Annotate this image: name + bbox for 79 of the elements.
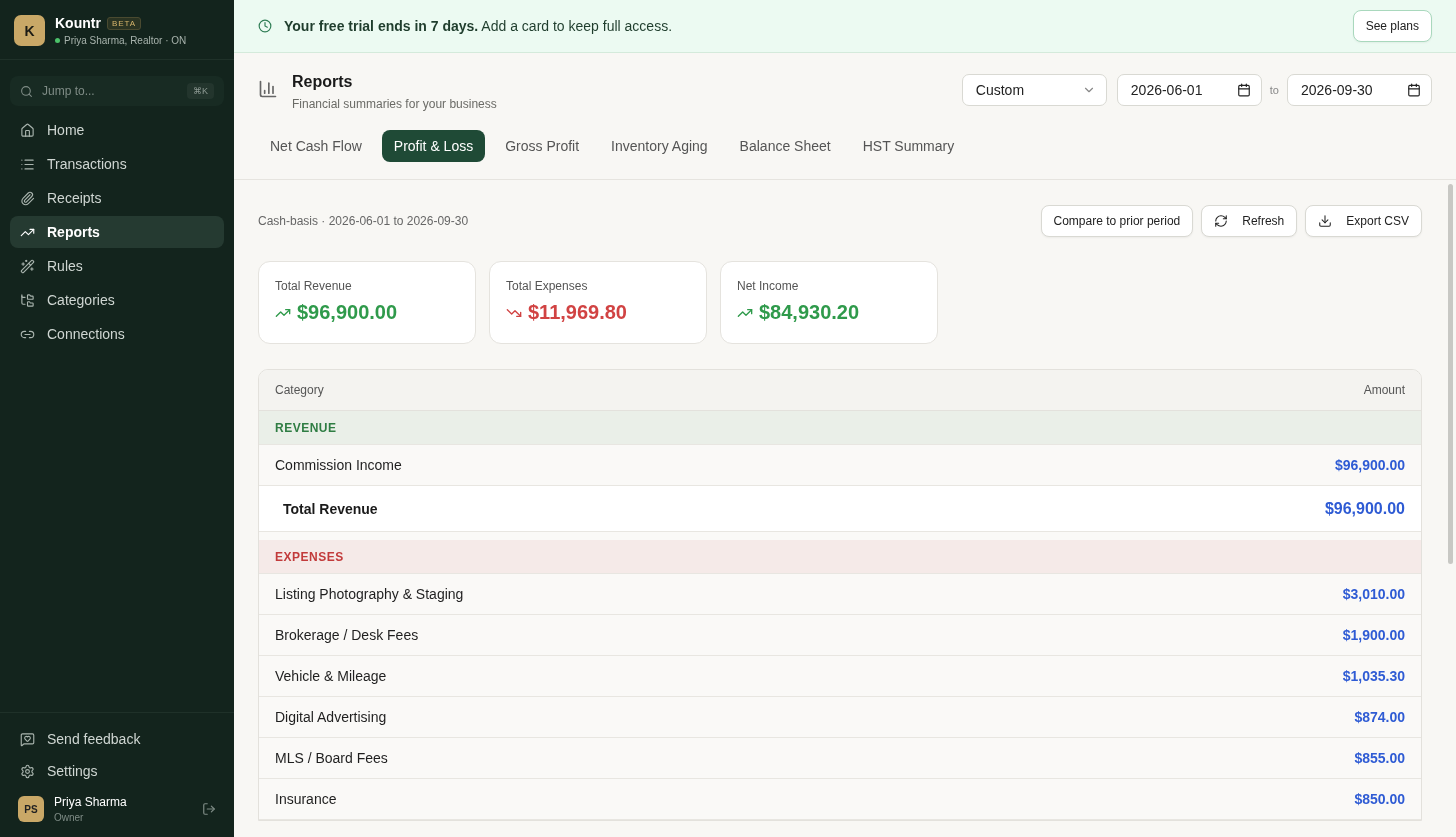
period-select[interactable]: Custom [961, 74, 1107, 106]
amount-cell: $1,035.30 [1342, 668, 1405, 684]
clock-icon [258, 19, 272, 33]
amount-cell: $855.00 [1354, 750, 1405, 766]
search-field[interactable]: Jump to... ⌘K [10, 76, 224, 106]
sidebar-item[interactable]: Categories [10, 284, 224, 316]
to-label: to [1269, 84, 1279, 96]
trial-message: Your free trial ends in 7 days. Add a card to keep full access. [284, 18, 674, 34]
sidebar-item[interactable]: Transactions [10, 148, 224, 180]
amount-cell: $874.00 [1354, 709, 1405, 725]
total-amount: $96,900.00 [1324, 499, 1405, 518]
stat-value: $96,900.00 [297, 301, 398, 324]
calendar-icon [1236, 83, 1251, 97]
brand-subtitle: Priya Sharma, Realtor · ON [64, 35, 187, 46]
user-name: Priya Sharma [54, 795, 128, 809]
report-tab[interactable]: Inventory Aging [599, 130, 720, 162]
search-icon [20, 84, 33, 98]
brand-name: Kountr [55, 15, 101, 31]
report-tab[interactable]: Net Cash Flow [258, 130, 374, 162]
action-button[interactable]: Export CSV [1305, 205, 1422, 237]
table-cell: MLS / Board Fees [275, 750, 388, 766]
scrollbar[interactable] [1448, 184, 1453, 564]
sidebar-item[interactable]: Connections [10, 318, 224, 350]
sidebar-item[interactable]: Rules [10, 250, 224, 282]
sidebar-item[interactable]: Reports [10, 216, 224, 248]
shortcut-badge: ⌘K [187, 83, 214, 99]
user-role: Owner [54, 812, 85, 823]
date-field[interactable]: 2026-06-01 [1116, 74, 1262, 106]
brand-logo: K [14, 15, 45, 46]
beta-badge: BETA [106, 16, 142, 30]
table-cell: Listing Photography & Staging [275, 586, 464, 602]
table-cell: Brokerage / Desk Fees [275, 627, 419, 643]
logout-icon[interactable] [202, 802, 216, 816]
report-tab[interactable]: Gross Profit [493, 130, 592, 162]
action-button[interactable]: Compare to prior period [1040, 205, 1194, 237]
search-input[interactable]: Jump to... [40, 83, 180, 99]
amount-cell: $1,900.00 [1342, 627, 1405, 643]
settings-icon [20, 763, 35, 779]
report-tab[interactable]: Profit & Loss [381, 130, 486, 162]
list-icon [20, 156, 35, 172]
stat-value: $11,969.80 [528, 301, 627, 324]
table-cell: Insurance [275, 791, 337, 807]
sidebar-item[interactable]: Settings [10, 755, 224, 787]
table-cell: Vehicle & Mileage [275, 668, 387, 684]
page-subtitle: Financial summaries for your business [292, 97, 498, 111]
wand-icon [20, 258, 35, 274]
report-tab[interactable]: Balance Sheet [727, 130, 843, 162]
report-tab[interactable]: HST Summary [850, 130, 967, 162]
bar-chart-icon [258, 79, 278, 99]
column-header: Category [275, 383, 324, 397]
amount-cell: $96,900.00 [1334, 457, 1405, 473]
feedback-icon [20, 731, 35, 747]
column-header: Amount [1363, 383, 1405, 397]
report-basis: Cash-basis · 2026-06-01 to 2026-09-30 [258, 214, 470, 228]
user-avatar: PS [18, 796, 44, 822]
total-label: Total Revenue [283, 500, 378, 517]
stat-label: Total Expenses [506, 279, 589, 293]
home-icon [20, 122, 35, 138]
sidebar-item[interactable]: Receipts [10, 182, 224, 214]
stat-label: Total Revenue [275, 279, 353, 293]
amount-cell: $3,010.00 [1342, 586, 1405, 602]
table-cell: Commission Income [275, 457, 402, 473]
folder-tree-icon [20, 292, 35, 308]
section-label: REVENUE [275, 420, 337, 435]
sidebar-item[interactable]: Send feedback [10, 723, 224, 755]
action-button[interactable]: Refresh [1201, 205, 1298, 237]
calendar-icon [1407, 83, 1421, 97]
paperclip-icon [20, 190, 35, 206]
section-label: EXPENSES [275, 549, 344, 564]
page-title: Reports [292, 73, 354, 91]
download-icon [1318, 214, 1333, 228]
refresh-icon [1214, 214, 1229, 228]
date-field[interactable]: 2026-09-30 [1287, 74, 1432, 106]
stat-value: $84,930.20 [759, 301, 860, 324]
table-cell: Digital Advertising [275, 709, 387, 725]
sidebar-item[interactable]: Home [10, 114, 224, 146]
see-plans-button[interactable]: See plans [1352, 10, 1432, 42]
stat-label: Net Income [737, 279, 800, 293]
amount-cell: $850.00 [1354, 791, 1405, 807]
